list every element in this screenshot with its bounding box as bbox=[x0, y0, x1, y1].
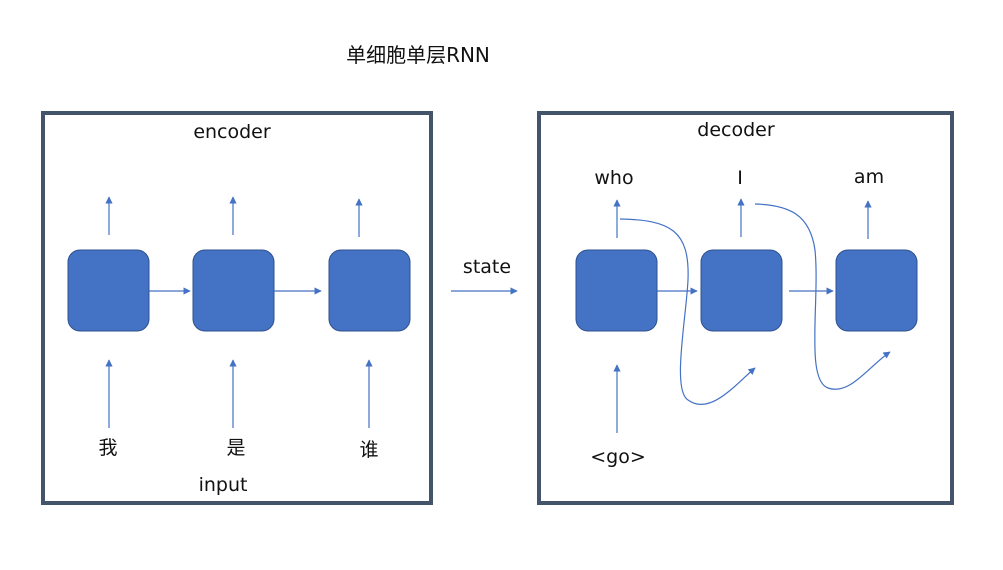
decoder-cell-1 bbox=[575, 249, 658, 332]
decoder-output-token-3: am bbox=[854, 166, 884, 188]
rnn-diagram: 单细胞单层RNN encoder 我 是 谁 input state decod… bbox=[41, 43, 954, 505]
decoder-output-token-1: who bbox=[594, 167, 633, 189]
encoder-input-token-1: 我 bbox=[98, 437, 117, 459]
decoder-label: decoder bbox=[697, 119, 775, 141]
encoder-input-token-2: 是 bbox=[226, 437, 245, 459]
state-label: state bbox=[463, 256, 511, 278]
encoder-cell-3 bbox=[328, 249, 411, 332]
encoder-input-token-3: 谁 bbox=[359, 439, 378, 461]
decoder-cell-2 bbox=[700, 249, 783, 332]
encoder-cell-2 bbox=[192, 249, 275, 332]
encoder-cell-1 bbox=[67, 249, 150, 332]
encoder-label: encoder bbox=[193, 121, 271, 143]
diagram-title: 单细胞单层RNN bbox=[346, 43, 490, 67]
decoder-output-token-2: I bbox=[737, 167, 743, 189]
encoder-input-label: input bbox=[199, 474, 248, 496]
decoder-go-token: <go> bbox=[590, 446, 646, 468]
decoder-cell-3 bbox=[835, 249, 918, 332]
